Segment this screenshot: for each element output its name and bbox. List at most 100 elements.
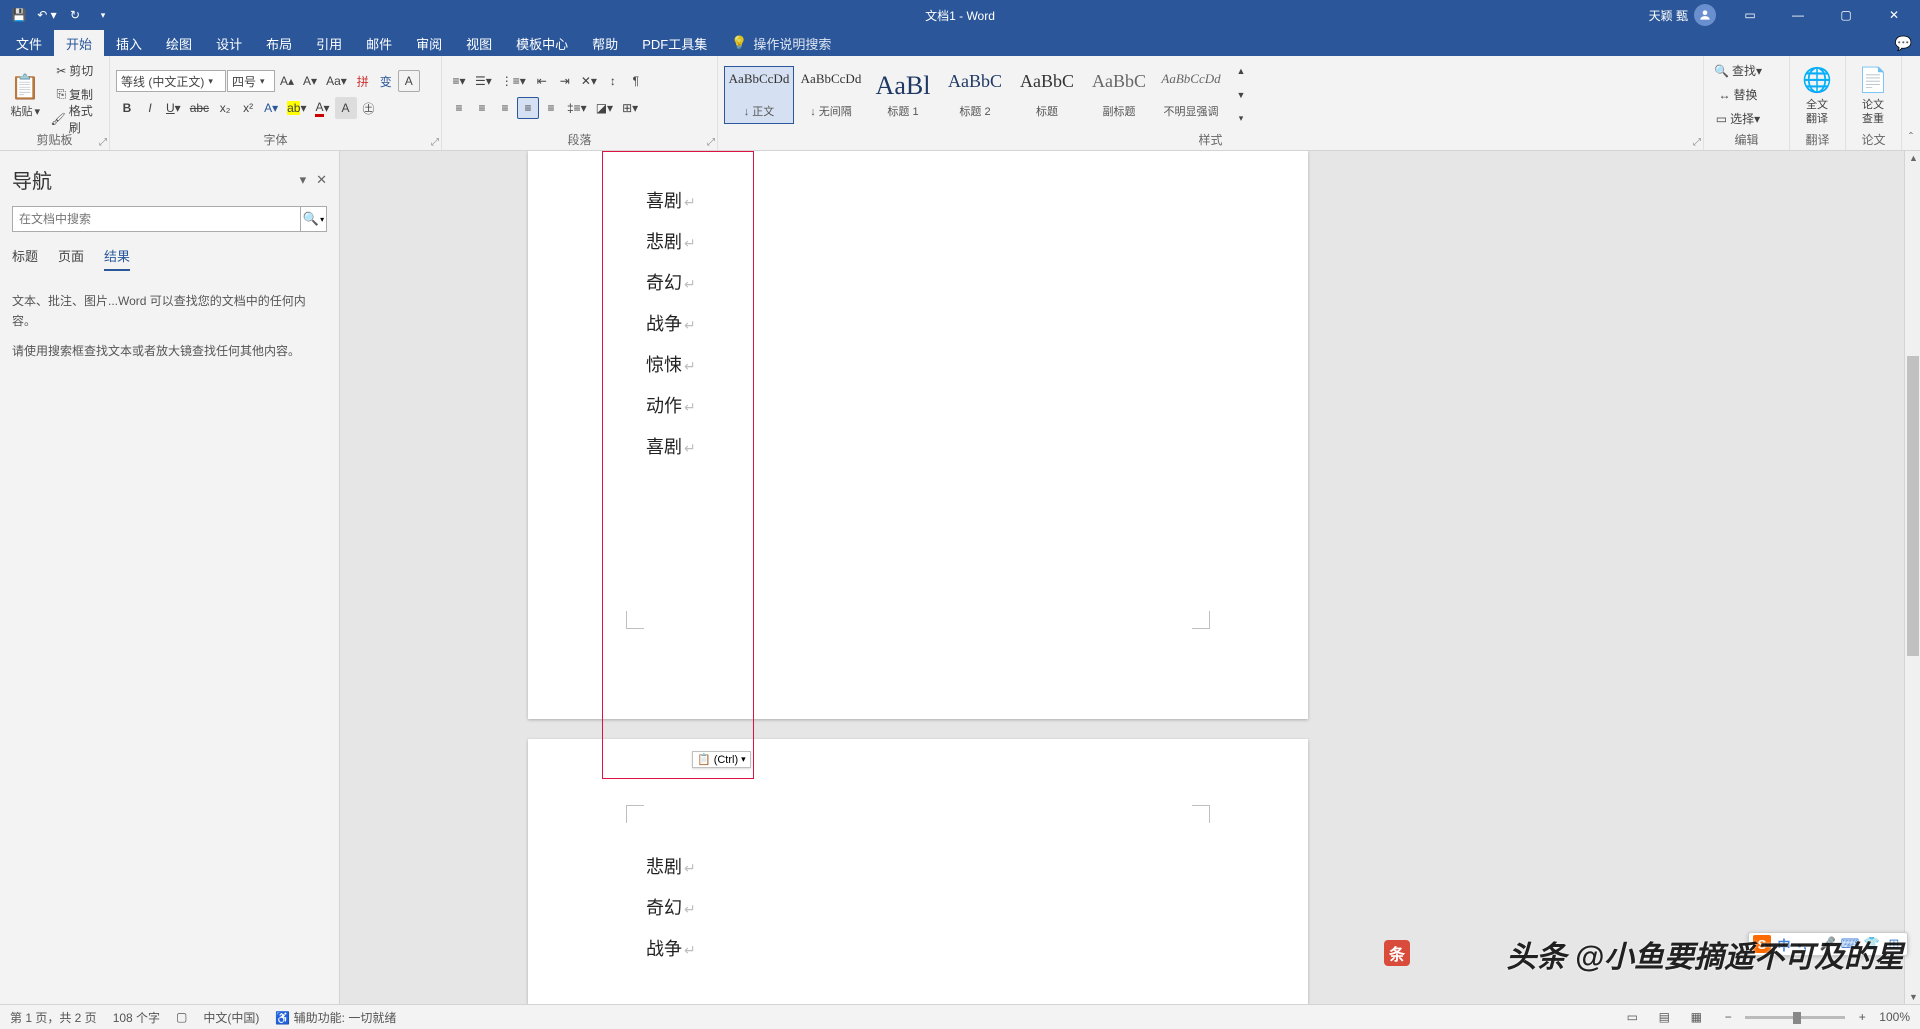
nav-search-input[interactable] — [13, 207, 300, 231]
show-marks-button[interactable]: ¶ — [625, 70, 647, 92]
cut-button[interactable]: ✂ 剪切 — [47, 60, 104, 82]
nav-tab-pages[interactable]: 页面 — [58, 246, 84, 271]
paragraph[interactable]: 动作↵ — [646, 386, 696, 427]
tab-mailings[interactable]: 邮件 — [354, 30, 404, 57]
style-item[interactable]: AaBbCcDd↓ 无间隔 — [796, 66, 866, 124]
strike-button[interactable]: abc — [186, 97, 213, 119]
format-painter-button[interactable]: 🖌 格式刷 — [47, 108, 104, 130]
decrease-indent-button[interactable]: ⇤ — [531, 70, 553, 92]
style-item[interactable]: AaBbC标题 2 — [940, 66, 1010, 124]
superscript-button[interactable]: x² — [237, 97, 259, 119]
paragraph[interactable]: 喜剧↵ — [646, 181, 696, 222]
find-button[interactable]: 🔍 查找 ▾ — [1710, 60, 1766, 82]
save-icon[interactable]: 💾 — [8, 4, 30, 26]
styles-more-icon[interactable]: ▾ — [1230, 108, 1252, 130]
char-shading-button[interactable]: A — [335, 97, 357, 119]
tab-draw[interactable]: 绘图 — [154, 30, 204, 57]
asian-layout-button[interactable]: ✕▾ — [577, 70, 601, 92]
align-left-button[interactable]: ≡ — [448, 97, 470, 119]
paragraph[interactable]: 惊悚↵ — [646, 345, 696, 386]
line-spacing-button[interactable]: ‡≡▾ — [563, 97, 591, 119]
underline-button[interactable]: U▾ — [162, 97, 185, 119]
paragraph[interactable]: 战争↵ — [646, 304, 696, 345]
scroll-down-icon[interactable]: ▼ — [1909, 992, 1918, 1002]
paste-options-button[interactable]: 📋 (Ctrl) ▾ — [692, 751, 751, 768]
select-button[interactable]: ▭ 选择 ▾ — [1710, 108, 1766, 130]
paragraph[interactable]: 喜剧↵ — [646, 427, 696, 468]
style-item[interactable]: AaBbC标题 — [1012, 66, 1082, 124]
status-accessibility[interactable]: ♿ 辅助功能: 一切就绪 — [275, 1009, 396, 1026]
highlight-button[interactable]: ab▾ — [283, 97, 310, 119]
scroll-up-icon[interactable]: ▲ — [1909, 153, 1918, 163]
clear-format-button[interactable]: 变 — [375, 70, 397, 92]
maximize-button[interactable]: ▢ — [1824, 1, 1868, 29]
enclose-char-button[interactable]: ㊏ — [358, 97, 380, 119]
close-button[interactable]: ✕ — [1872, 1, 1916, 29]
increase-indent-button[interactable]: ⇥ — [554, 70, 576, 92]
phonetic-button[interactable]: 拼 — [352, 70, 374, 92]
nav-tab-results[interactable]: 结果 — [104, 246, 130, 271]
grow-font-button[interactable]: A▴ — [276, 70, 298, 92]
status-lang[interactable]: 中文(中国) — [203, 1009, 259, 1026]
collapse-ribbon-icon[interactable]: ˆ — [1909, 130, 1913, 144]
tell-me[interactable]: 💡 操作说明搜索 — [731, 34, 831, 53]
style-item[interactable]: AaBbC副标题 — [1084, 66, 1154, 124]
tab-home[interactable]: 开始 — [54, 30, 104, 57]
paragraph[interactable]: 奇幻↵ — [646, 888, 696, 929]
italic-button[interactable]: I — [139, 97, 161, 119]
justify-button[interactable]: ≡ — [517, 97, 539, 119]
paragraph[interactable]: 悲剧↵ — [646, 847, 696, 888]
status-proof-icon[interactable]: ▢ — [176, 1010, 187, 1024]
style-item[interactable]: AaBbCcDd↓ 正文 — [724, 66, 794, 124]
paste-button[interactable]: 📋 粘贴▾ — [6, 58, 45, 131]
font-color-button[interactable]: A▾ — [311, 97, 333, 119]
bold-button[interactable]: B — [116, 97, 138, 119]
user-account[interactable]: 天颖 甄 — [1649, 4, 1716, 26]
tab-templates[interactable]: 模板中心 — [504, 30, 580, 57]
web-layout-icon[interactable]: ▦ — [1685, 1008, 1707, 1026]
tab-file[interactable]: 文件 — [4, 30, 54, 57]
focus-view-icon[interactable]: ▭ — [1621, 1008, 1643, 1026]
share-icon[interactable]: 💬 — [1895, 35, 1912, 52]
dialog-launcher-icon[interactable]: ⤢ — [1693, 137, 1701, 148]
dialog-launcher-icon[interactable]: ⤢ — [431, 137, 439, 148]
styles-scroll-down-icon[interactable]: ▼ — [1230, 84, 1252, 106]
dialog-launcher-icon[interactable]: ⤢ — [99, 137, 107, 148]
minimize-button[interactable]: — — [1776, 1, 1820, 29]
tab-review[interactable]: 审阅 — [404, 30, 454, 57]
bullets-button[interactable]: ≡▾ — [448, 70, 470, 92]
tab-design[interactable]: 设计 — [204, 30, 254, 57]
multilevel-button[interactable]: ⋮≡▾ — [497, 70, 530, 92]
style-item[interactable]: AaBl标题 1 — [868, 66, 938, 124]
paragraph[interactable]: 奇幻↵ — [646, 263, 696, 304]
font-name-select[interactable]: 等线 (中文正文)▾ — [116, 70, 226, 92]
zoom-out-button[interactable]: − — [1717, 1008, 1739, 1026]
nav-close-icon[interactable]: ✕ — [316, 172, 327, 188]
dialog-launcher-icon[interactable]: ⤢ — [707, 137, 715, 148]
styles-scroll-up-icon[interactable]: ▲ — [1230, 60, 1252, 82]
paragraph[interactable]: 战争↵ — [646, 929, 696, 970]
text-effects-button[interactable]: A▾ — [260, 97, 282, 119]
print-layout-icon[interactable]: ▤ — [1653, 1008, 1675, 1026]
paragraph[interactable]: 悲剧↵ — [646, 222, 696, 263]
qat-dropdown-icon[interactable]: ▾ — [92, 4, 114, 26]
nav-options-icon[interactable]: ▾ — [300, 172, 307, 188]
tab-view[interactable]: 视图 — [454, 30, 504, 57]
ribbon-display-icon[interactable]: ▭ — [1728, 1, 1772, 29]
char-border-button[interactable]: A — [398, 70, 420, 92]
align-center-button[interactable]: ≡ — [471, 97, 493, 119]
font-size-select[interactable]: 四号▾ — [227, 70, 275, 92]
numbering-button[interactable]: ☰▾ — [471, 70, 496, 92]
zoom-slider[interactable] — [1745, 1016, 1845, 1019]
borders-button[interactable]: ⊞▾ — [618, 97, 642, 119]
document-area[interactable]: 喜剧↵悲剧↵奇幻↵战争↵惊悚↵动作↵喜剧↵ 悲剧↵奇幻↵战争↵ 📋 (Ctrl)… — [340, 151, 1920, 1004]
style-item[interactable]: AaBbCcDd不明显强调 — [1156, 66, 1226, 124]
tab-layout[interactable]: 布局 — [254, 30, 304, 57]
tab-insert[interactable]: 插入 — [104, 30, 154, 57]
shrink-font-button[interactable]: A▾ — [299, 70, 321, 92]
redo-icon[interactable]: ↻ — [64, 4, 86, 26]
undo-icon[interactable]: ↶ ▾ — [36, 4, 58, 26]
tab-help[interactable]: 帮助 — [580, 30, 630, 57]
status-pages[interactable]: 第 1 页，共 2 页 — [10, 1009, 97, 1026]
shading-button[interactable]: ◪▾ — [592, 97, 617, 119]
